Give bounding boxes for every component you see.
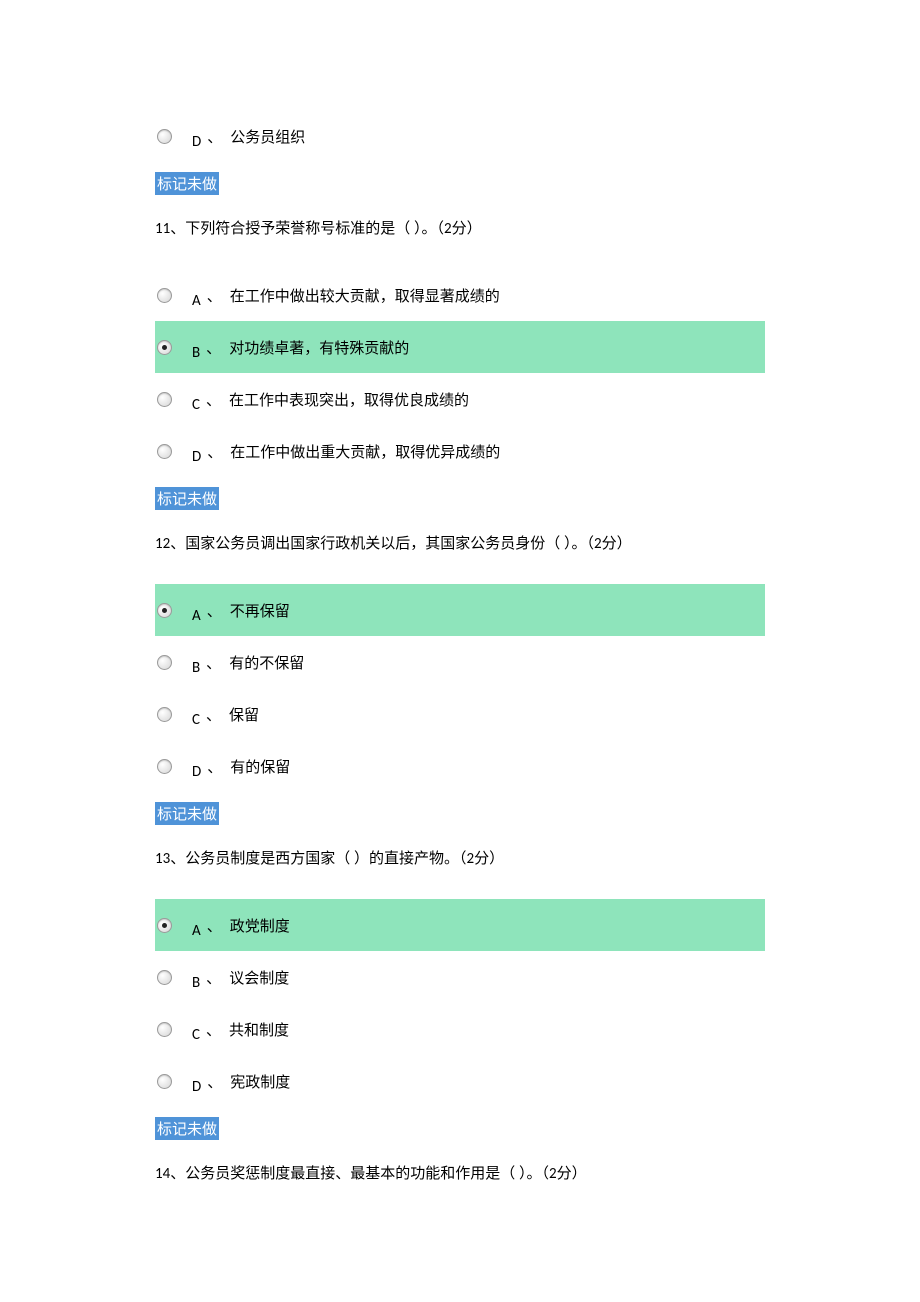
radio-icon[interactable]: [157, 603, 172, 618]
radio-icon[interactable]: [157, 918, 172, 933]
option-text: 共和制度: [229, 1019, 289, 1040]
option-letter: D: [192, 448, 201, 467]
option-text: 议会制度: [229, 967, 289, 988]
option-row[interactable]: A 、 在工作中做出较大贡献，取得显著成绩的: [155, 269, 765, 321]
option-letter: A: [192, 607, 201, 626]
radio-icon[interactable]: [157, 707, 172, 722]
option-letter: A: [192, 922, 201, 941]
option-letter: B: [192, 974, 200, 993]
option-letter: C: [192, 1026, 200, 1045]
option-row[interactable]: C 、 共和制度: [155, 1003, 765, 1055]
q13-options: A 、 政党制度 B 、 议会制度 C 、 共和制度 D 、 宪政制度: [155, 899, 765, 1107]
option-row[interactable]: D 、 有的保留: [155, 740, 765, 792]
option-letter: C: [192, 711, 200, 730]
question-number: 13: [155, 850, 170, 868]
question-number: 12: [155, 535, 170, 553]
mark-not-done-link[interactable]: 标记未做: [155, 172, 219, 195]
option-letter: D: [192, 133, 201, 152]
option-row[interactable]: B 、 对功绩卓著，有特殊贡献的: [155, 321, 765, 373]
option-row[interactable]: D 、 公务员组织: [155, 110, 765, 162]
question-text: 公务员制度是西方国家（ ）的直接产物。: [185, 851, 459, 867]
radio-icon[interactable]: [157, 340, 172, 355]
separator: 、: [207, 126, 222, 147]
radio-icon[interactable]: [157, 129, 172, 144]
question-text: 国家公务员调出国家行政机关以后，其国家公务员身份（ ）。: [185, 536, 586, 552]
points-number: 2: [444, 220, 452, 238]
radio-icon[interactable]: [157, 392, 172, 407]
question-text: 下列符合授予荣誉称号标准的是（ ）。: [185, 221, 436, 237]
question-text: 公务员奖惩制度最直接、最基本的功能和作用是（ ）。: [185, 1166, 541, 1182]
radio-icon[interactable]: [157, 759, 172, 774]
question-number: 14: [155, 1165, 170, 1183]
option-text: 不再保留: [230, 600, 290, 621]
radio-icon[interactable]: [157, 1074, 172, 1089]
question-number: 11: [155, 220, 170, 238]
radio-icon[interactable]: [157, 970, 172, 985]
option-text: 有的保留: [230, 756, 290, 777]
option-row[interactable]: C 、 保留: [155, 688, 765, 740]
page: D 、 公务员组织 标记未做 11、下列符合授予荣誉称号标准的是（ ）。（2分）…: [0, 0, 920, 1246]
option-letter: C: [192, 396, 200, 415]
option-letter: D: [192, 1078, 201, 1097]
option-text: 政党制度: [230, 915, 290, 936]
radio-icon[interactable]: [157, 444, 172, 459]
option-text: 保留: [229, 704, 259, 725]
option-letter: D: [192, 763, 201, 782]
option-letter: A: [192, 292, 201, 311]
radio-icon[interactable]: [157, 655, 172, 670]
option-row[interactable]: A 、 政党制度: [155, 899, 765, 951]
option-text: 宪政制度: [230, 1071, 290, 1092]
radio-icon[interactable]: [157, 288, 172, 303]
points-number: 2: [549, 1165, 557, 1183]
question-stem: 12、国家公务员调出国家行政机关以后，其国家公务员身份（ ）。（2分）: [155, 532, 765, 556]
option-row[interactable]: D 、 在工作中做出重大贡献，取得优异成绩的: [155, 425, 765, 477]
points-number: 2: [467, 850, 475, 868]
mark-not-done-link[interactable]: 标记未做: [155, 487, 219, 510]
points-number: 2: [594, 535, 602, 553]
option-row[interactable]: D 、 宪政制度: [155, 1055, 765, 1107]
q12-options: A 、 不再保留 B 、 有的不保留 C 、 保留 D 、 有的保留: [155, 584, 765, 792]
mark-not-done-link[interactable]: 标记未做: [155, 1117, 219, 1140]
option-text: 有的不保留: [229, 652, 304, 673]
option-letter: B: [192, 659, 200, 678]
option-text: 公务员组织: [230, 126, 305, 147]
q11-options: A 、 在工作中做出较大贡献，取得显著成绩的 B 、 对功绩卓著，有特殊贡献的 …: [155, 269, 765, 477]
q10-options-remainder: D 、 公务员组织: [155, 110, 765, 162]
option-row[interactable]: A 、 不再保留: [155, 584, 765, 636]
option-text: 对功绩卓著，有特殊贡献的: [229, 337, 409, 358]
option-text: 在工作中表现突出，取得优良成绩的: [229, 389, 469, 410]
radio-icon[interactable]: [157, 1022, 172, 1037]
option-row[interactable]: B 、 有的不保留: [155, 636, 765, 688]
option-row[interactable]: C 、 在工作中表现突出，取得优良成绩的: [155, 373, 765, 425]
option-text: 在工作中做出较大贡献，取得显著成绩的: [230, 285, 500, 306]
option-row[interactable]: B 、 议会制度: [155, 951, 765, 1003]
question-stem: 13、公务员制度是西方国家（ ）的直接产物。（2分）: [155, 847, 765, 871]
option-letter: B: [192, 344, 200, 363]
question-stem: 11、下列符合授予荣誉称号标准的是（ ）。（2分）: [155, 217, 765, 241]
mark-not-done-link[interactable]: 标记未做: [155, 802, 219, 825]
option-text: 在工作中做出重大贡献，取得优异成绩的: [230, 441, 500, 462]
question-stem: 14、公务员奖惩制度最直接、最基本的功能和作用是（ ）。（2分）: [155, 1162, 765, 1186]
